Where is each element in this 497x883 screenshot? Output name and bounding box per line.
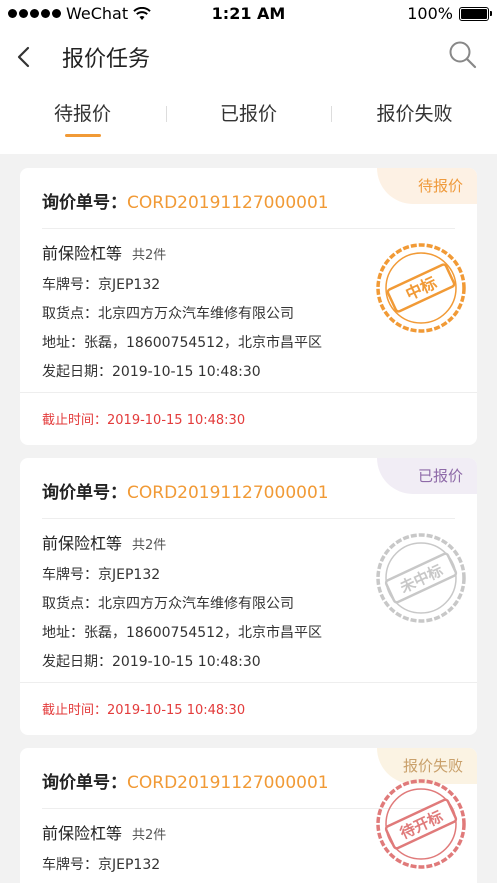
part-row: 前保险杠等 共2件 [42, 530, 166, 554]
quote-card[interactable]: 已报价 询价单号：CORD20191127000001 前保险杠等 共2件 车牌号… [20, 458, 477, 735]
pickup-label: 取货点： [42, 306, 98, 322]
address-label: 地址： [42, 335, 84, 351]
pending-open-stamp-icon: 待开标 [376, 779, 466, 869]
active-tab-indicator [65, 134, 101, 137]
part-count: 共2件 [132, 248, 167, 263]
address-row: 地址：张磊，18600754512，北京市昌平区 [42, 622, 322, 642]
status-right: 100% [407, 4, 492, 23]
tab-label: 已报价 [219, 103, 277, 125]
plate-label: 车牌号： [42, 277, 98, 293]
divider [42, 518, 455, 519]
address-row: 地址：张磊，18600754512，北京市昌平区 [42, 332, 322, 352]
deadline-label: 截止时间： [42, 703, 108, 718]
part-row: 前保险杠等 共2件 [42, 820, 166, 844]
tab-pending[interactable]: 待报价 [0, 86, 165, 154]
order-number: CORD20191127000001 [127, 193, 329, 213]
deadline-row: 截止时间：2019-10-15 10:48:30 [42, 409, 245, 428]
plate-row: 车牌号：京JEP132 [42, 274, 160, 294]
order-number: CORD20191127000001 [127, 773, 329, 793]
part-count: 共2件 [132, 538, 167, 553]
status-bar: WeChat 1:21 AM 100% [0, 0, 497, 28]
search-icon[interactable] [447, 39, 479, 71]
order-label: 询价单号： [42, 483, 127, 503]
won-stamp-icon: 中标 [376, 243, 466, 333]
pickup-row: 取货点：北京四方万众汽车维修有限公司 [42, 593, 294, 613]
date-value: 2019-10-15 10:48:30 [112, 364, 261, 380]
pickup-row: 取货点：北京四方万众汽车维修有限公司 [42, 303, 294, 323]
order-row: 询价单号：CORD20191127000001 [42, 188, 329, 213]
back-icon[interactable] [10, 40, 40, 74]
part-row: 前保险杠等 共2件 [42, 240, 166, 264]
date-label: 发起日期： [42, 364, 112, 380]
quote-card[interactable]: 报价失败 询价单号：CORD20191127000001 前保险杠等 共2件 车牌… [20, 748, 477, 883]
tab-label: 待报价 [53, 103, 111, 125]
address-value: 张磊，18600754512，北京市昌平区 [84, 625, 322, 641]
deadline-value: 2019-10-15 10:48:30 [107, 703, 246, 718]
pickup-label: 取货点： [42, 596, 98, 612]
date-row: 发起日期：2019-10-15 10:48:30 [42, 651, 261, 671]
divider [20, 392, 477, 393]
plate-row: 车牌号：京JEP132 [42, 854, 160, 874]
divider [42, 228, 455, 229]
battery-icon [459, 6, 492, 21]
address-label: 地址： [42, 625, 84, 641]
pickup-value: 北京四方万众汽车维修有限公司 [98, 306, 294, 322]
deadline-label: 截止时间： [42, 413, 108, 428]
date-row: 发起日期：2019-10-15 10:48:30 [42, 361, 261, 381]
tab-label: 报价失败 [376, 103, 453, 125]
date-value: 2019-10-15 10:48:30 [112, 654, 261, 670]
order-number: CORD20191127000001 [127, 483, 329, 503]
plate-value: 京JEP132 [98, 857, 161, 873]
deadline-row: 截止时间：2019-10-15 10:48:30 [42, 699, 245, 718]
nav-bar: 报价任务 [0, 28, 497, 86]
plate-label: 车牌号： [42, 857, 98, 873]
battery-percent: 100% [407, 4, 453, 23]
divider [20, 682, 477, 683]
date-label: 发起日期： [42, 654, 112, 670]
plate-value: 京JEP132 [98, 277, 161, 293]
part-count: 共2件 [132, 828, 167, 843]
order-label: 询价单号： [42, 773, 127, 793]
plate-label: 车牌号： [42, 567, 98, 583]
status-badge: 已报价 [377, 458, 477, 494]
deadline-value: 2019-10-15 10:48:30 [107, 413, 246, 428]
pickup-value: 北京四方万众汽车维修有限公司 [98, 596, 294, 612]
status-badge: 待报价 [377, 168, 477, 204]
plate-value: 京JEP132 [98, 567, 161, 583]
part-name: 前保险杠等 [42, 244, 123, 263]
order-label: 询价单号： [42, 193, 127, 213]
part-name: 前保险杠等 [42, 534, 123, 553]
address-value: 张磊，18600754512，北京市昌平区 [84, 335, 322, 351]
page-title: 报价任务 [62, 47, 151, 72]
tab-failed[interactable]: 报价失败 [332, 86, 497, 154]
lost-stamp-icon: 未中标 [376, 533, 466, 623]
quote-card[interactable]: 待报价 询价单号：CORD20191127000001 前保险杠等 共2件 车牌号… [20, 168, 477, 445]
plate-row: 车牌号：京JEP132 [42, 564, 160, 584]
order-row: 询价单号：CORD20191127000001 [42, 768, 329, 793]
part-name: 前保险杠等 [42, 824, 123, 843]
order-row: 询价单号：CORD20191127000001 [42, 478, 329, 503]
tab-quoted[interactable]: 已报价 [166, 86, 331, 154]
tab-bar: 待报价 已报价 报价失败 [0, 86, 497, 154]
